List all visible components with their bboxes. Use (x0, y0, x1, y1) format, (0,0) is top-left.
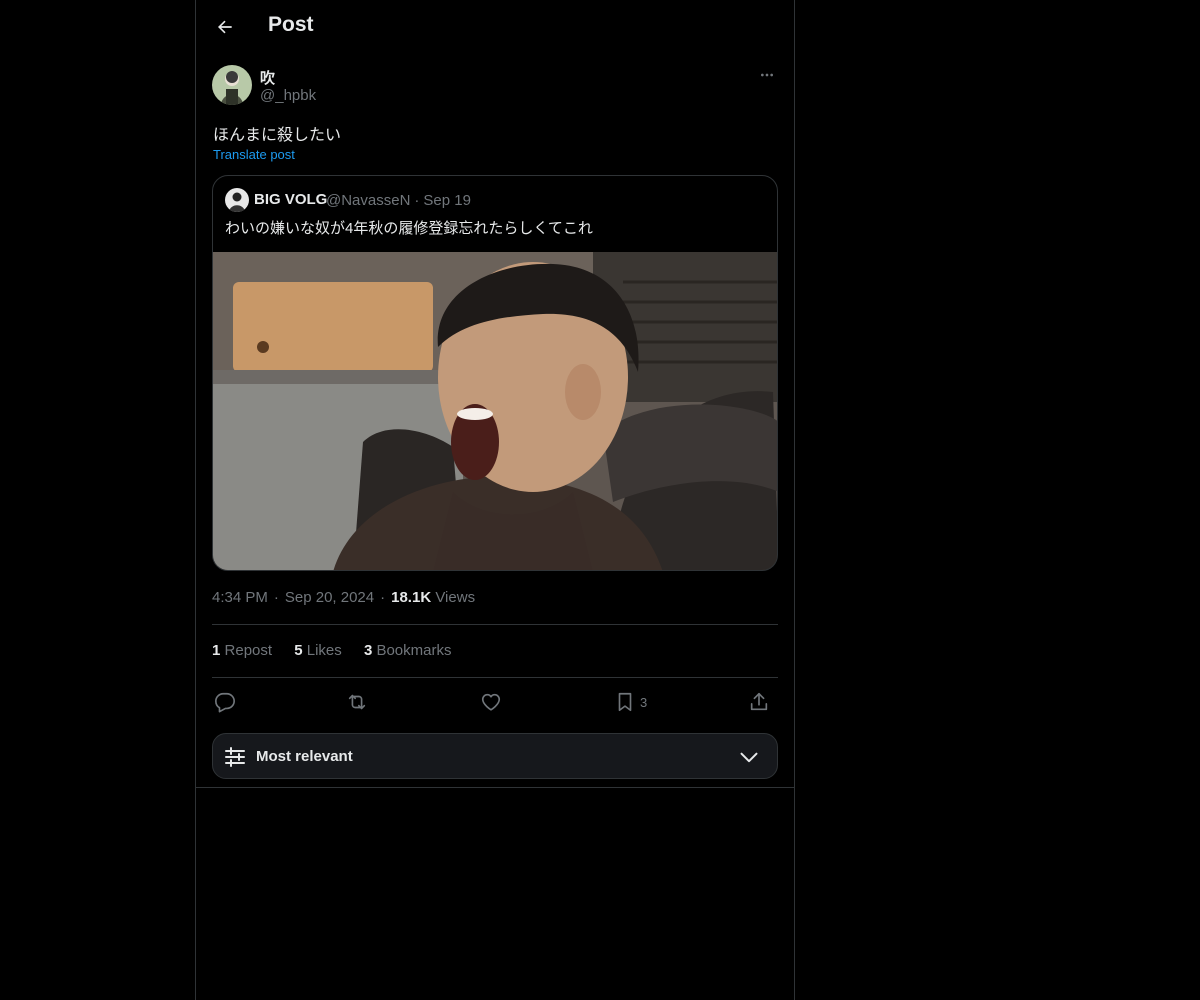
share-button[interactable] (748, 688, 770, 716)
more-icon (761, 73, 773, 77)
share-icon (750, 692, 768, 711)
quote-author-name: BIG VOLG (254, 191, 328, 208)
bookmark-icon (618, 692, 632, 712)
action-bar: 3 (212, 688, 778, 716)
engagement-stats: 1 Repost 5 Likes 3 Bookmarks (212, 642, 469, 659)
repost-button[interactable] (346, 688, 368, 716)
divider (212, 677, 778, 678)
author-handle[interactable]: @_hpbk (260, 87, 316, 104)
page-title: Post (268, 13, 314, 36)
author-name[interactable]: 吹 (260, 67, 275, 88)
repost-icon (348, 694, 366, 710)
sort-label: Most relevant (256, 748, 353, 765)
sort-replies-dropdown[interactable]: Most relevant (212, 733, 778, 779)
post-date[interactable]: Sep 20, 2024 (285, 589, 374, 606)
back-button[interactable] (208, 10, 242, 44)
quote-author-meta: @NavasseN · Sep 19 (326, 192, 471, 209)
post-time[interactable]: 4:34 PM (212, 589, 268, 606)
bookmark-button[interactable]: 3 (614, 688, 647, 716)
quote-media-image[interactable] (213, 252, 777, 570)
post-author: 吹 @_hpbk (212, 64, 778, 108)
like-button[interactable] (480, 688, 502, 716)
avatar-image (212, 65, 252, 105)
reposts-stat[interactable]: 1 Repost (212, 642, 272, 659)
chevron-down-icon (740, 752, 758, 763)
post-meta: 4:34 PM · Sep 20, 2024 · 18.1K Views (212, 589, 476, 606)
more-button[interactable] (756, 64, 778, 86)
like-icon (481, 693, 501, 711)
quote-text: わいの嫌いな奴が4年秋の履修登録忘れたらしくてこれ (225, 220, 593, 237)
avatar[interactable] (212, 65, 252, 105)
reply-button[interactable] (214, 688, 236, 716)
main-column: Post 吹 @_hpbk ほんまに殺したい Translate post BI… (195, 0, 795, 1000)
filter-icon (225, 747, 245, 767)
views-count: 18.1K (391, 589, 432, 606)
back-arrow-icon (218, 20, 232, 34)
quoted-post[interactable]: BIG VOLG @NavasseN · Sep 19 わいの嫌いな奴が4年秋の履修… (212, 175, 778, 571)
quote-date: Sep 19 (423, 192, 471, 209)
bookmark-count: 3 (640, 694, 648, 710)
divider (212, 624, 778, 625)
quote-avatar (225, 188, 249, 212)
bookmarks-stat[interactable]: 3 Bookmarks (364, 642, 452, 659)
header: Post (196, 0, 794, 54)
quote-author-handle: @NavasseN (326, 192, 411, 209)
divider (196, 787, 794, 788)
reply-icon (215, 692, 235, 713)
translate-post-link[interactable]: Translate post (213, 147, 295, 162)
post-text: ほんまに殺したい (213, 127, 342, 144)
likes-stat[interactable]: 5 Likes (294, 642, 342, 659)
views-label: Views (435, 589, 476, 606)
quote-avatar-image (225, 188, 249, 212)
